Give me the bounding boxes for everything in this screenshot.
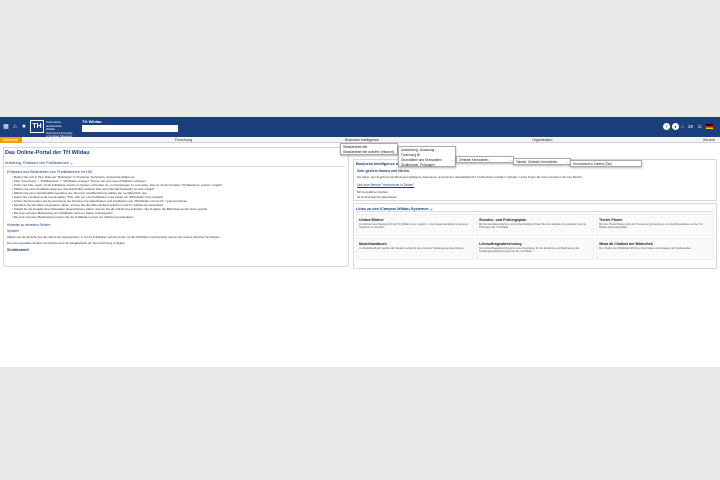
- publication-guide-panel: Das Online-Portal der TH Wildau Anleitun…: [3, 147, 349, 267]
- links-heading-label: Links zu den iCampus Wildau-Systemen: [356, 207, 429, 211]
- link-card-title: Thesis Planer: [599, 218, 623, 222]
- language-text: Wählen Sie die Sprache aus dem Menü der …: [7, 235, 221, 239]
- link-card-desc: Der Chatbot der Bibliothek hilft Ihnen b…: [599, 247, 692, 250]
- chevron-right-icon: ›: [510, 158, 511, 162]
- org-name: TH Wildau: [82, 119, 102, 124]
- visibility-heading: Sichtbarkeit: [7, 248, 29, 252]
- tabelle-submenu: Tabelle: Zentrale Kennzahlen ›: [513, 158, 571, 165]
- help-icon[interactable]: ?: [663, 123, 670, 130]
- link-card[interactable]: Thesis Planer Mit dem Thesis Planer wird…: [596, 214, 714, 236]
- closing-2: Ihr Hochschulinformationsteam: [357, 195, 397, 199]
- menu-item[interactable]: Grunddaten und Kennzahlen: [401, 158, 442, 162]
- menu-item[interactable]: Standardberichte: [343, 145, 367, 149]
- grid-icon[interactable]: ▦: [3, 124, 9, 130]
- chevron-right-icon: ›: [567, 160, 568, 164]
- logo[interactable]: TH Technische Hochschule Wildau Technica…: [30, 120, 73, 138]
- home-link-icon[interactable]: ⌂: [681, 124, 684, 129]
- link-card-title: Stunden- und Prüfungsplan: [479, 218, 527, 222]
- bi-text: Sie haben den Zugriff auf die Business I…: [357, 175, 583, 179]
- greeting: Sehr geehrte Damen und Herren,: [357, 169, 410, 173]
- instruction-list: Melden Sie sich in Ihrer Rolle als "Mita…: [12, 175, 342, 219]
- link-card-desc: Mit Stundenplanaufnahme und online Anlei…: [479, 223, 587, 230]
- link-card-title: Modulhandbuch: [359, 242, 387, 246]
- bi-heading: Business Intelligence und: [356, 162, 403, 166]
- top-bar: ▦ ⌂ ★ TH Technische Hochschule Wildau Te…: [0, 117, 720, 138]
- language-label: Sprache: [7, 229, 19, 233]
- home-icon[interactable]: ⌂: [12, 124, 18, 130]
- language-text-2: Die zuerst gewählte Sprache wird hierbei…: [7, 241, 126, 245]
- sub-heading: Erfassen und Bearbeiten von Publikatione…: [7, 170, 93, 174]
- chevron-right-icon: ›: [452, 158, 453, 162]
- list-item: Bei einer erneuten Bearbeitung müssen Si…: [12, 215, 342, 219]
- section-heading-label: Anleitung: Erfassen von Publikationen: [5, 161, 69, 165]
- hint-link[interactable]: Hinweise zu einzelnen Feldern: [7, 223, 50, 227]
- links-heading[interactable]: Links zu den iCampus Wildau-Systemen ⌄: [356, 206, 714, 212]
- bi-submenu: Auswertung: Zulassung Forschung BI Grund…: [398, 146, 456, 167]
- menu-item[interactable]: Forschung BI: [401, 153, 420, 157]
- links-panel: Links zu den iCampus Wildau-Systemen ⌄ U…: [353, 203, 717, 269]
- report-submenu: Hochschule in Zahlen (Tab): [570, 160, 642, 167]
- link-card[interactable]: Wiwa ab Chatbot der Bibliothek Der Chatb…: [596, 238, 714, 260]
- bi-menu: Standardberichte Standardberichte aufruf…: [340, 143, 398, 155]
- chevron-down-icon: ⌄: [70, 161, 74, 165]
- menu-item[interactable]: Hochschule in Zahlen (Tab): [573, 162, 612, 166]
- user-icon[interactable]: ●: [672, 123, 679, 130]
- star-icon[interactable]: ★: [21, 124, 27, 130]
- nav-startseite[interactable]: Startseite: [0, 137, 22, 143]
- search-input[interactable]: [82, 125, 178, 132]
- notification-count[interactable]: 29: [688, 124, 693, 129]
- chevron-down-icon: ⌄: [429, 207, 434, 211]
- nav-service[interactable]: Service: [703, 137, 715, 143]
- menu-item[interactable]: Auswertung: Zulassung: [401, 148, 434, 152]
- closing: Mit freundlichen Grüßen: [357, 190, 389, 194]
- link-card-title: Wiwa ab Chatbot der Bibliothek: [599, 242, 653, 246]
- link-card[interactable]: Lehrauftragsabrechnung Die Lehrauftragsa…: [476, 238, 594, 260]
- link-card-desc: Im Rahmen des Registers für die TH Wilda…: [359, 223, 469, 230]
- nav-forschung[interactable]: Forschung: [175, 137, 192, 143]
- menu-item[interactable]: Tabelle: Zentrale Kennzahlen: [516, 160, 557, 164]
- language-flag-icon[interactable]: [706, 124, 713, 129]
- nav-organisation[interactable]: Organisation: [532, 137, 552, 143]
- link-card-desc: Mit dem Thesis Planer wird der Prozess d…: [599, 223, 703, 230]
- menu-item[interactable]: Standardberichte aufrufen (Intranet): [343, 150, 394, 154]
- link-card-title: Lehrauftragsabrechnung: [479, 242, 522, 246]
- link-card[interactable]: Modulhandbuch Im Modulhandbuch werden di…: [356, 238, 474, 260]
- link-card-title: Umbra Bildner: [359, 218, 384, 222]
- portal-window: ▦ ⌂ ★ TH Technische Hochschule Wildau Te…: [0, 117, 720, 367]
- menu-item[interactable]: Zentrale Kennzahlen: [459, 158, 488, 162]
- chevron-right-icon: ›: [394, 150, 395, 154]
- link-card[interactable]: Stunden- und Prüfungsplan Mit Stundenpla…: [476, 214, 594, 236]
- kennzahlen-submenu: Zentrale Kennzahlen ›: [456, 156, 514, 163]
- logout-icon[interactable]: ⏻: [698, 124, 702, 129]
- section-heading[interactable]: Anleitung: Erfassen von Publikationen ⌄: [5, 160, 345, 167]
- bi-report-link[interactable]: Link zum Bericht "Hochschule in Zahlen": [357, 183, 414, 187]
- logo-mark: TH: [30, 120, 44, 133]
- link-card[interactable]: Umbra Bildner Im Rahmen des Registers fü…: [356, 214, 474, 236]
- link-card-desc: Im Modulhandbuch werden die Studienmodul…: [359, 247, 465, 250]
- page-title: Das Online-Portal der TH Wildau: [5, 150, 90, 156]
- link-card-desc: Die Lehrauftragsabrechnung ist eine Anwe…: [479, 247, 580, 254]
- menu-item[interactable]: Studierende, Prüfungen: [401, 163, 435, 167]
- logo-text: Technische Hochschule Wildau Technical U…: [46, 120, 73, 138]
